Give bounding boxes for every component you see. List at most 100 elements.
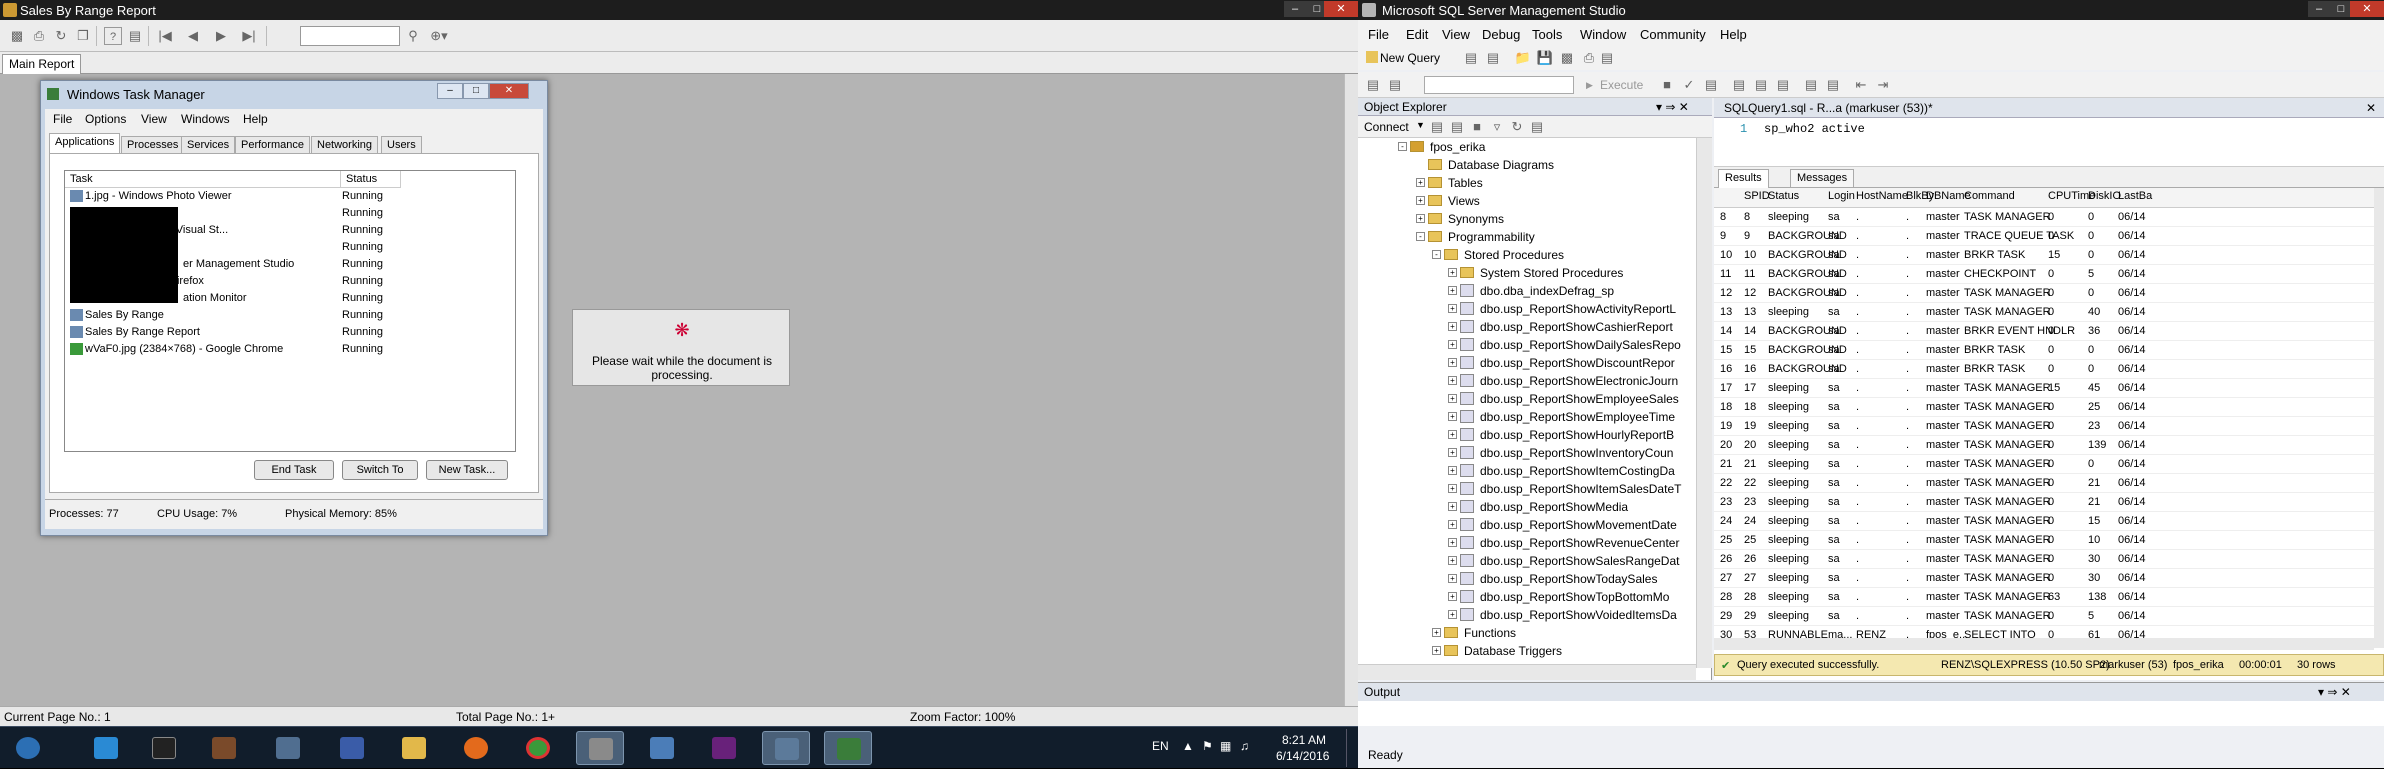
taskbar-chrome[interactable]	[514, 731, 562, 765]
object-explorer-horizontal-scrollbar[interactable]	[1358, 664, 1696, 680]
expand-icon[interactable]: +	[1448, 268, 1457, 277]
connect-icon[interactable]: ▤	[1364, 76, 1382, 94]
results-to-file-icon[interactable]: ▤	[1774, 76, 1792, 94]
prev-page-icon[interactable]: ◀	[184, 27, 202, 45]
expand-icon[interactable]: +	[1448, 466, 1457, 475]
table-row[interactable]: 10 10 BACKGROUND sa.. master BRKR TASK 15 0 06/1…	[1714, 246, 2374, 265]
expand-icon[interactable]: +	[1432, 646, 1441, 655]
close-button[interactable]: ✕	[1324, 1, 1358, 17]
tree-node[interactable]: + Views	[1416, 192, 1696, 210]
task-row[interactable]: wVaF0.jpg (2384×768) - Google Chrome Runn…	[65, 341, 515, 358]
table-row[interactable]: 24 24 sleeping sa.. master TASK MANAGER 0 15 06/…	[1714, 512, 2374, 531]
parse-icon[interactable]: ✓	[1680, 76, 1698, 94]
column-header-task[interactable]: Task	[65, 171, 341, 188]
close-button[interactable]: ✕	[489, 83, 529, 99]
collapse-icon[interactable]: -	[1416, 232, 1425, 241]
taskbar-firefox[interactable]	[452, 731, 500, 765]
menu-help[interactable]: Help	[1720, 27, 1747, 42]
chevron-down-icon[interactable]: ▼	[1416, 120, 1425, 130]
next-page-icon[interactable]: ▶	[212, 27, 230, 45]
clock-time[interactable]: 8:21 AM	[1282, 733, 1326, 747]
table-row[interactable]: 17 17 sleeping sa.. master TASK MANAGER 15 45 06…	[1714, 379, 2374, 398]
flag-icon[interactable]: ⚑	[1202, 739, 1213, 753]
expand-icon[interactable]: +	[1448, 304, 1457, 313]
menu-windows[interactable]: Windows	[181, 112, 230, 126]
end-task-button[interactable]: End Task	[254, 460, 334, 480]
toggle-tree-icon[interactable]: ?	[104, 27, 122, 45]
stop-icon[interactable]: ■	[1658, 76, 1676, 94]
menu-help[interactable]: Help	[243, 112, 268, 126]
menu-edit[interactable]: Edit	[1406, 27, 1428, 42]
expand-icon[interactable]: +	[1448, 484, 1457, 493]
available-databases-select[interactable]	[1424, 76, 1574, 94]
tree-node[interactable]: + dbo.usp_ReportShowInventoryCoun	[1448, 444, 1696, 462]
comment-icon[interactable]: ▤	[1802, 76, 1820, 94]
task-row[interactable]: Sales By Range Running	[65, 307, 515, 324]
expand-icon[interactable]: +	[1448, 592, 1457, 601]
query-document-tab[interactable]: SQLQuery1.sql - R...a (markuser (53))*	[1724, 101, 1933, 115]
expand-icon[interactable]: +	[1448, 556, 1457, 565]
page-number-input[interactable]	[300, 26, 400, 46]
uncomment-icon[interactable]: ▤	[1824, 76, 1842, 94]
new-query-button[interactable]: New Query	[1380, 51, 1440, 65]
execute-button[interactable]: Execute	[1600, 78, 1643, 92]
table-row[interactable]: 13 13 sleeping sa.. master TASK MANAGER 0 40 06/…	[1714, 303, 2374, 322]
language-indicator[interactable]: EN	[1152, 739, 1169, 753]
close-tab-icon[interactable]: ✕	[2366, 101, 2376, 115]
copy-icon[interactable]: ❐	[74, 27, 92, 45]
results-to-text-icon[interactable]: ▤	[1730, 76, 1748, 94]
results-to-grid-icon[interactable]: ▤	[1752, 76, 1770, 94]
taskbar-ie[interactable]	[82, 731, 130, 765]
taskbar-cmd[interactable]	[140, 731, 188, 765]
expand-icon[interactable]: +	[1448, 520, 1457, 529]
tree-node[interactable]: - fpos_erika	[1398, 138, 1696, 156]
tree-node[interactable]: + dbo.usp_ReportShowMovementDate	[1448, 516, 1696, 534]
taskbar-fpos[interactable]	[328, 731, 376, 765]
column-header[interactable]: Command	[1964, 190, 2015, 208]
start-button[interactable]	[4, 731, 52, 765]
save-icon[interactable]: 💾	[1536, 49, 1554, 67]
export-icon[interactable]: ▩	[8, 27, 26, 45]
taskbar-computer[interactable]	[264, 731, 312, 765]
table-row[interactable]: 21 21 sleeping sa.. master TASK MANAGER 0 0 06/1…	[1714, 455, 2374, 474]
menu-window[interactable]: Window	[1580, 27, 1626, 42]
table-row[interactable]: 15 15 BACKGROUND sa.. master BRKR TASK 0 0 06/14	[1714, 341, 2374, 360]
tree-node[interactable]: + Functions	[1432, 624, 1696, 642]
menu-options[interactable]: Options	[85, 112, 126, 126]
network-icon[interactable]: ▦	[1220, 739, 1231, 753]
menu-community[interactable]: Community	[1640, 27, 1706, 42]
table-row[interactable]: 27 27 sleeping sa.. master TASK MANAGER 0 30 06/…	[1714, 569, 2374, 588]
results-horizontal-scrollbar[interactable]	[1714, 638, 2374, 650]
connect-dropdown[interactable]: Connect	[1364, 120, 1409, 134]
task-row[interactable]: 1.jpg - Windows Photo Viewer Running	[65, 188, 515, 205]
last-page-icon[interactable]: ▶|	[240, 27, 258, 45]
table-row[interactable]: 29 29 sleeping sa.. master TASK MANAGER 0 5 06/1…	[1714, 607, 2374, 626]
expand-icon[interactable]: +	[1448, 538, 1457, 547]
database-engine-query-icon[interactable]: ▤	[1462, 49, 1480, 67]
print-icon[interactable]: ⎙	[30, 27, 48, 45]
menu-file[interactable]: File	[53, 112, 72, 126]
tree-node[interactable]: + System Stored Procedures	[1448, 264, 1696, 282]
tree-node[interactable]: + dbo.usp_ReportShowItemCostingDa	[1448, 462, 1696, 480]
expand-icon[interactable]: +	[1448, 286, 1457, 295]
decrease-indent-icon[interactable]: ⇤	[1852, 76, 1870, 94]
new-task-button[interactable]: New Task...	[426, 460, 508, 480]
tree-node[interactable]: + dbo.usp_ReportShowElectronicJourn	[1448, 372, 1696, 390]
column-header[interactable]: Login	[1828, 190, 1855, 208]
tree-node[interactable]: + dbo.usp_ReportShowVoidedItemsDa	[1448, 606, 1696, 624]
tree-icon[interactable]: ▤	[126, 27, 144, 45]
column-header[interactable]: DiskIO	[2088, 190, 2121, 208]
restore-button[interactable]: □	[2330, 1, 2352, 17]
execute-icon[interactable]: ▶	[1586, 80, 1593, 91]
tree-node[interactable]: + dbo.usp_ReportShowSalesRangeDat	[1448, 552, 1696, 570]
tab-messages[interactable]: Messages	[1790, 169, 1855, 188]
tree-node[interactable]: - Programmability	[1416, 228, 1696, 246]
expand-icon[interactable]: +	[1432, 628, 1441, 637]
tree-node[interactable]: + dbo.usp_ReportShowEmployeeTime	[1448, 408, 1696, 426]
tree-node[interactable]: Database Diagrams	[1416, 156, 1696, 174]
expand-icon[interactable]: +	[1448, 430, 1457, 439]
summary-icon[interactable]: ▤	[1528, 118, 1546, 136]
table-row[interactable]: 19 19 sleeping sa.. master TASK MANAGER 0 23 06/…	[1714, 417, 2374, 436]
menu-view[interactable]: View	[141, 112, 167, 126]
refresh-icon[interactable]: ↻	[1508, 118, 1526, 136]
